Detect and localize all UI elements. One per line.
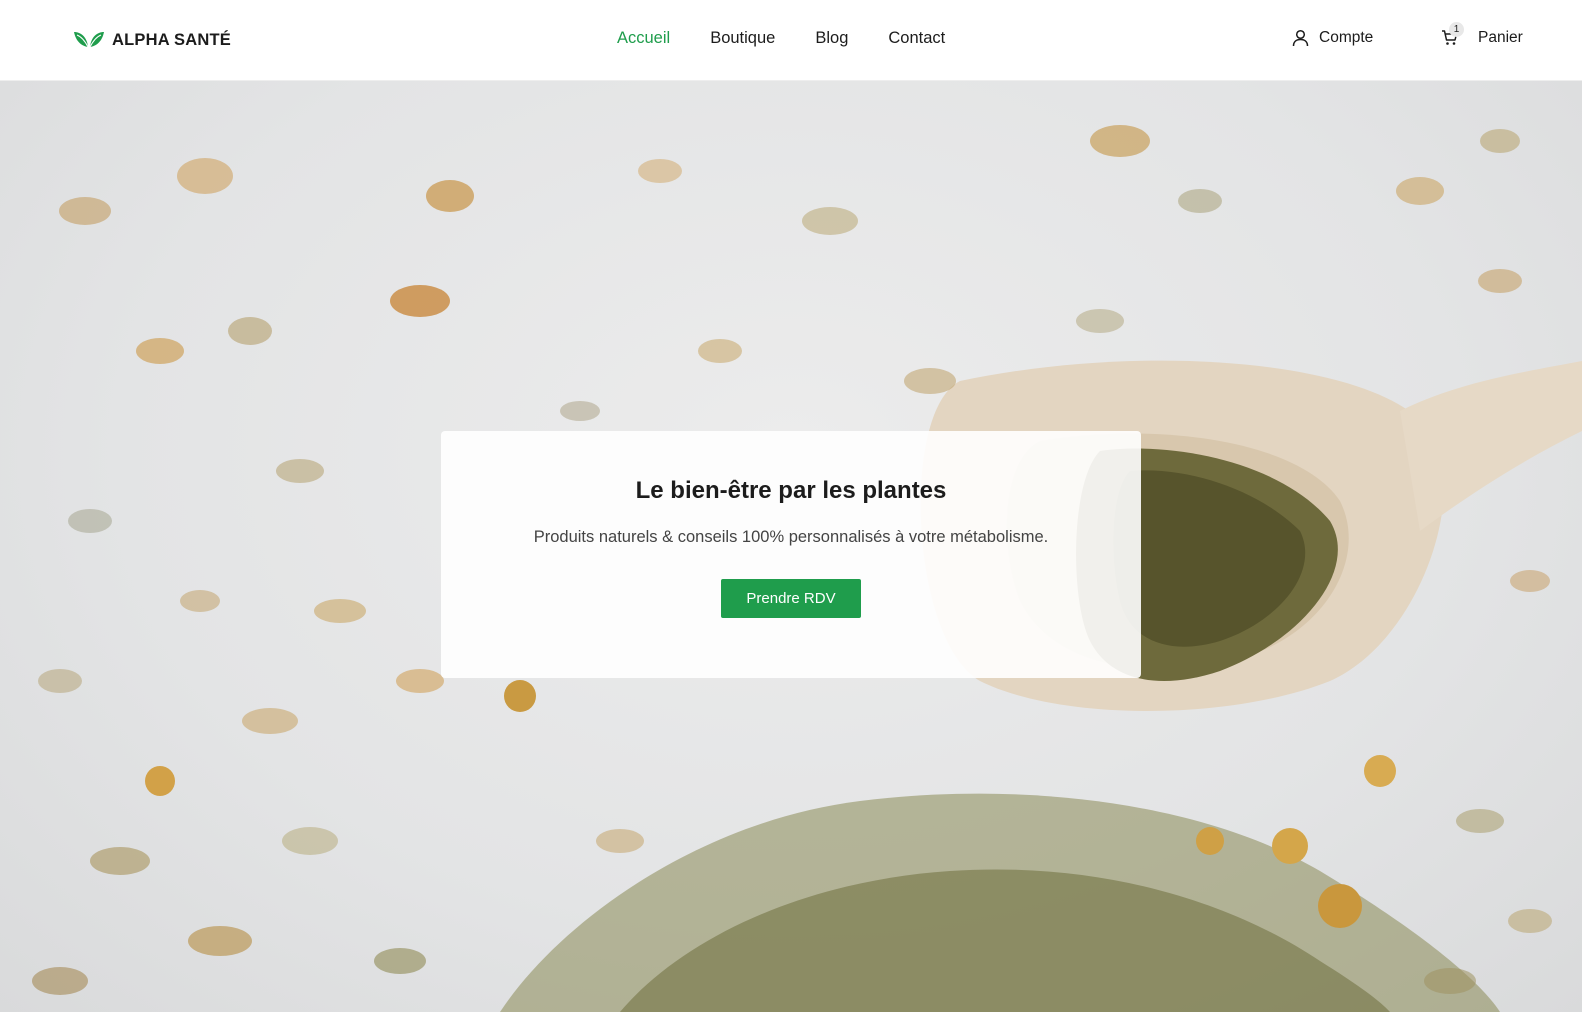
nav-item-boutique[interactable]: Boutique — [710, 29, 775, 48]
cart-count-badge: 1 — [1449, 22, 1464, 37]
cart-icon-wrapper: 1 — [1441, 22, 1464, 47]
account-label: Compte — [1319, 29, 1374, 46]
leaf-icon — [74, 32, 104, 48]
brand-logo[interactable]: ALPHA SANTÉ — [73, 30, 231, 50]
book-appointment-button[interactable]: Prendre RDV — [721, 579, 861, 618]
hero-section: Le bien-être par les plantes Produits na… — [0, 81, 1582, 1012]
hero-card: Le bien-être par les plantes Produits na… — [441, 431, 1141, 678]
nav-item-accueil[interactable]: Accueil — [617, 29, 670, 48]
site-header: ALPHA SANTÉ Accueil Boutique Blog Contac… — [0, 0, 1582, 81]
hero-title: Le bien-être par les plantes — [635, 477, 947, 504]
nav-item-blog[interactable]: Blog — [815, 29, 848, 48]
cart-link[interactable]: 1 Panier — [1441, 22, 1523, 47]
main-nav: Accueil Boutique Blog Contact — [617, 29, 945, 48]
account-link[interactable]: Compte — [1292, 29, 1373, 47]
brand-name: ALPHA SANTÉ — [112, 30, 231, 49]
nav-item-contact[interactable]: Contact — [888, 29, 945, 48]
hero-subtitle: Produits naturels & conseils 100% person… — [533, 528, 1049, 546]
user-icon — [1292, 29, 1309, 47]
cart-label: Panier — [1478, 29, 1523, 46]
